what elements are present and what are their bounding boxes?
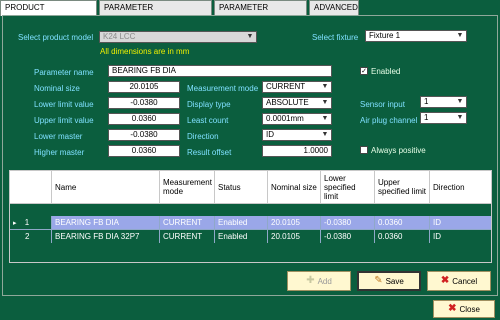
tab-product-management[interactable]: PRODUCT MANAGEMENT bbox=[0, 0, 97, 26]
result-offset-field[interactable]: 1.0000 bbox=[262, 145, 332, 157]
direction-select[interactable]: ID ▼ bbox=[262, 129, 332, 141]
save-button-label: Save bbox=[385, 276, 404, 286]
row-index: 2 bbox=[25, 232, 30, 241]
table-header-lower-specified-limit[interactable]: Lower specified limit bbox=[321, 171, 375, 204]
result-offset-label: Result offset bbox=[187, 148, 232, 157]
enabled-label: Enabled bbox=[371, 67, 401, 76]
tab-bar: PRODUCT MANAGEMENT PARAMETER CONFIGURATI… bbox=[0, 0, 500, 26]
chevron-down-icon: ▼ bbox=[321, 115, 329, 122]
cell-measurement-mode: CURRENT bbox=[160, 216, 215, 229]
fixture-select[interactable]: Fixture 1 ▼ bbox=[365, 30, 467, 42]
table-header-direction[interactable]: Direction bbox=[430, 171, 491, 204]
lower-master-label: Lower master bbox=[34, 132, 83, 141]
sensor-input-value: 1 bbox=[424, 97, 429, 106]
least-count-value: 0.0001mm bbox=[266, 114, 304, 123]
cell-direction: ID bbox=[433, 218, 441, 227]
table-header-upper-specified-limit[interactable]: Upper specified limit bbox=[375, 171, 430, 204]
measurement-mode-select[interactable]: CURRENT ▼ bbox=[262, 81, 332, 93]
cell-name: BEARING FB DIA bbox=[52, 216, 160, 229]
least-count-label: Least count bbox=[187, 116, 229, 125]
row-indicator-icon: ▸ bbox=[13, 220, 17, 227]
row-header[interactable]: ▸ 1 bbox=[10, 216, 52, 229]
upper-limit-label: Upper limit value bbox=[34, 116, 94, 125]
chevron-down-icon: ▼ bbox=[321, 99, 329, 106]
product-model-select[interactable]: K24 LCC ▼ bbox=[99, 31, 257, 43]
cell-name: BEARING FB DIA 32P7 bbox=[52, 230, 160, 243]
parameter-table: Name Measurement mode Status Nominal siz… bbox=[9, 170, 492, 263]
cell-status: Enabled bbox=[215, 216, 268, 229]
cell-nominal-size: 20.0105 bbox=[268, 230, 321, 243]
chevron-down-icon: ▼ bbox=[246, 33, 254, 40]
cancel-button[interactable]: ✖ Cancel bbox=[427, 271, 491, 291]
always-positive-checkbox[interactable] bbox=[360, 146, 368, 154]
add-button[interactable]: ✚ Add bbox=[287, 271, 351, 291]
add-button-label: Add bbox=[317, 276, 332, 286]
row-header[interactable]: 2 bbox=[10, 230, 52, 243]
cell-lower-specified-limit: -0.0380 bbox=[321, 216, 375, 229]
save-button[interactable]: ✎ Save bbox=[357, 271, 421, 291]
least-count-select[interactable]: 0.0001mm ▼ bbox=[262, 113, 332, 125]
chevron-down-icon: ▼ bbox=[456, 98, 464, 105]
air-plug-channel-select[interactable]: 1 ▼ bbox=[420, 112, 467, 124]
nominal-size-label: Nominal size bbox=[34, 84, 80, 93]
direction-label: Direction bbox=[187, 132, 219, 141]
direction-value: ID bbox=[266, 130, 274, 139]
chevron-down-icon: ▼ bbox=[321, 131, 329, 138]
close-button-label: Close bbox=[459, 304, 480, 314]
lower-master-field[interactable]: -0.0380 bbox=[108, 129, 180, 141]
cell-upper-specified-limit: 0.0360 bbox=[375, 230, 430, 243]
lower-limit-label: Lower limit value bbox=[34, 100, 94, 109]
air-plug-channel-value: 1 bbox=[424, 113, 429, 122]
sensor-input-label: Sensor input bbox=[360, 100, 405, 109]
cell-status: Enabled bbox=[215, 230, 268, 243]
cell-measurement-mode: CURRENT bbox=[160, 230, 215, 243]
measurement-mode-label: Measurement mode bbox=[187, 84, 259, 93]
nominal-size-field[interactable]: 20.0105 bbox=[108, 81, 180, 93]
select-product-model-label: Select product model bbox=[18, 33, 94, 42]
table-header-row-selector bbox=[10, 171, 52, 204]
higher-master-label: Higher master bbox=[34, 148, 85, 157]
table-header-name[interactable]: Name bbox=[52, 171, 160, 204]
dimensions-note: All dimensions are in mm bbox=[100, 47, 190, 56]
cell-nominal-size: 20.0105 bbox=[268, 216, 321, 229]
product-model-value: K24 LCC bbox=[103, 32, 136, 41]
table-header-measurement-mode[interactable]: Measurement mode bbox=[160, 171, 215, 204]
sensor-input-select[interactable]: 1 ▼ bbox=[420, 96, 467, 108]
tab-parameter-configuration[interactable]: PARAMETER CONFIGURATION bbox=[99, 0, 212, 26]
chevron-down-icon: ▼ bbox=[456, 114, 464, 121]
select-fixture-label: Select fixture bbox=[312, 33, 359, 42]
pencil-icon: ✎ bbox=[374, 275, 383, 286]
cell-lower-specified-limit: -0.0380 bbox=[321, 230, 375, 243]
tab-advanced[interactable]: ADVANCED bbox=[309, 0, 359, 15]
cancel-button-label: Cancel bbox=[452, 276, 478, 286]
air-plug-channel-label: Air plug channel bbox=[360, 116, 418, 125]
chevron-down-icon: ▼ bbox=[321, 83, 329, 90]
higher-master-field[interactable]: 0.0360 bbox=[108, 145, 180, 157]
tab-parameter-sequence[interactable]: PARAMETER SEQUENCE bbox=[214, 0, 307, 26]
lower-limit-field[interactable]: -0.0380 bbox=[108, 97, 180, 109]
upper-limit-field[interactable]: 0.0360 bbox=[108, 113, 180, 125]
display-type-label: Display type bbox=[187, 100, 231, 109]
display-type-value: ABSOLUTE bbox=[266, 98, 309, 107]
table-header-nominal-size[interactable]: Nominal size bbox=[268, 171, 321, 204]
plus-icon: ✚ bbox=[306, 275, 315, 286]
close-x-icon: ✖ bbox=[448, 303, 457, 314]
cell-upper-specified-limit: 0.0360 bbox=[375, 216, 430, 229]
chevron-down-icon: ▼ bbox=[456, 32, 464, 39]
parameter-name-field[interactable]: BEARING FB DIA bbox=[108, 65, 332, 77]
table-header-status[interactable]: Status bbox=[215, 171, 268, 204]
close-button[interactable]: ✖ Close bbox=[433, 300, 495, 318]
fixture-value: Fixture 1 bbox=[369, 31, 401, 40]
always-positive-label: Always positive bbox=[371, 146, 426, 155]
row-index: 1 bbox=[24, 218, 30, 227]
parameter-name-label: Parameter name bbox=[34, 68, 94, 77]
cell-direction: ID bbox=[433, 232, 441, 241]
display-type-select[interactable]: ABSOLUTE ▼ bbox=[262, 97, 332, 109]
cancel-x-icon: ✖ bbox=[440, 275, 450, 286]
table-row[interactable]: 2 BEARING FB DIA 32P7 CURRENT Enabled 20… bbox=[10, 229, 491, 243]
measurement-mode-value: CURRENT bbox=[266, 82, 306, 91]
table-row[interactable]: ▸ 1 BEARING FB DIA CURRENT Enabled 20.01… bbox=[10, 216, 491, 229]
enabled-checkbox[interactable]: ✓ bbox=[360, 67, 368, 75]
